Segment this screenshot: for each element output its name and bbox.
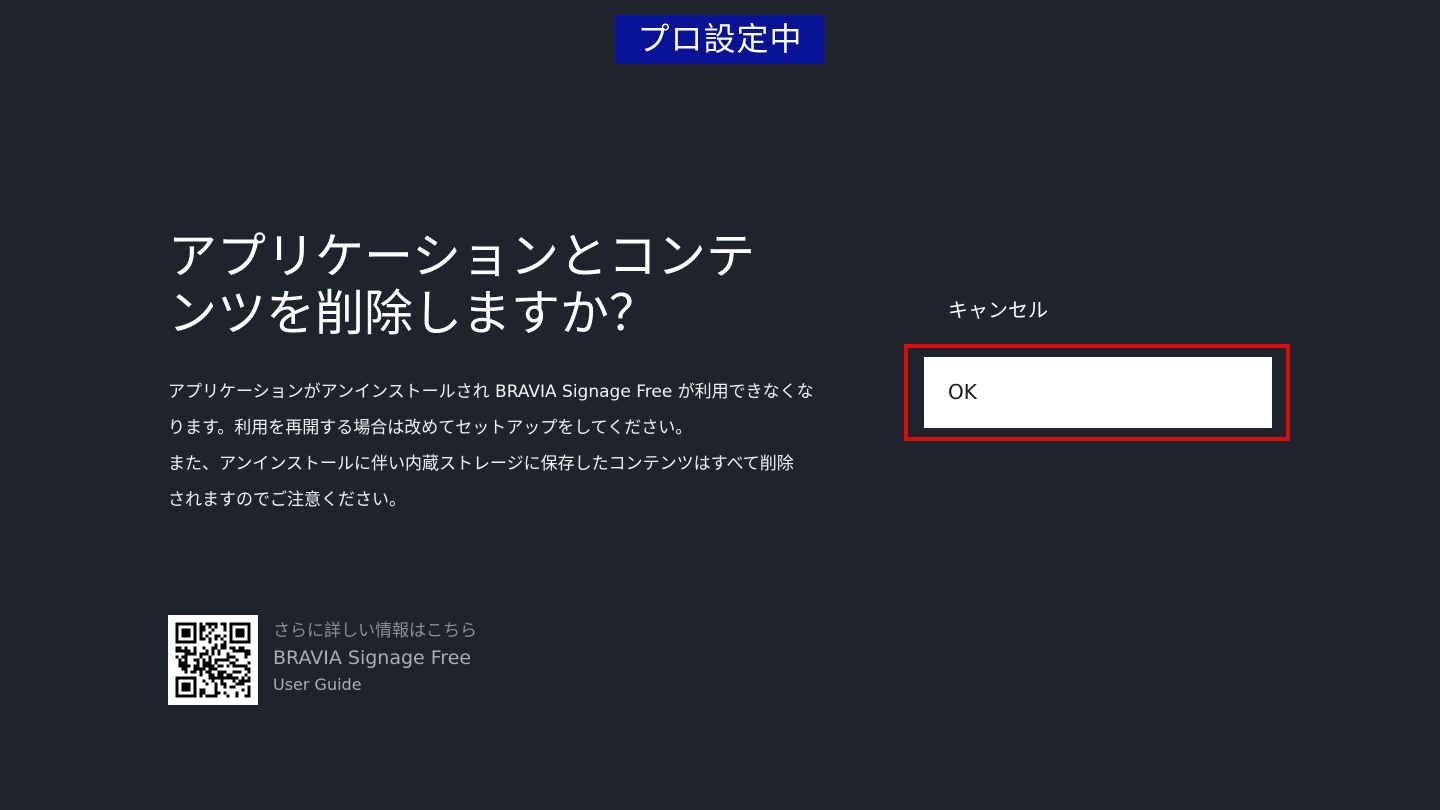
description-line-1: アプリケーションがアンインストールされ BRAVIA Signage Free …: [168, 382, 814, 402]
more-info-block: さらに詳しい情報はこちら BRAVIA Signage Free User Gu…: [273, 618, 633, 698]
dialog-description: アプリケーションがアンインストールされ BRAVIA Signage Free …: [168, 374, 858, 518]
qr-code-icon: [168, 615, 258, 705]
qr-code-graphic: [175, 622, 251, 698]
description-line-2: ります。利用を再開する場合は改めてセットアップをしてください。: [168, 418, 693, 438]
dialog-title-line-2: ンツを削除しますか？: [168, 285, 659, 342]
more-info-heading: さらに詳しい情報はこちら: [273, 621, 477, 641]
user-guide-label: User Guide: [273, 675, 362, 694]
ok-button[interactable]: OK: [924, 357, 1272, 428]
description-line-3: また、アンインストールに伴い内蔵ストレージに保存したコンテンツはすべて削除: [168, 454, 794, 474]
product-name: BRAVIA Signage Free: [273, 647, 472, 669]
pro-settings-badge: プロ設定中: [615, 15, 825, 64]
description-line-4: されますのでご注意ください。: [168, 490, 406, 510]
cancel-button[interactable]: キャンセル: [948, 292, 1278, 328]
dialog-title-line-1: アプリケーションとコンテ: [168, 228, 756, 285]
dialog-title: アプリケーションとコンテ ンツを削除しますか？: [168, 228, 848, 342]
